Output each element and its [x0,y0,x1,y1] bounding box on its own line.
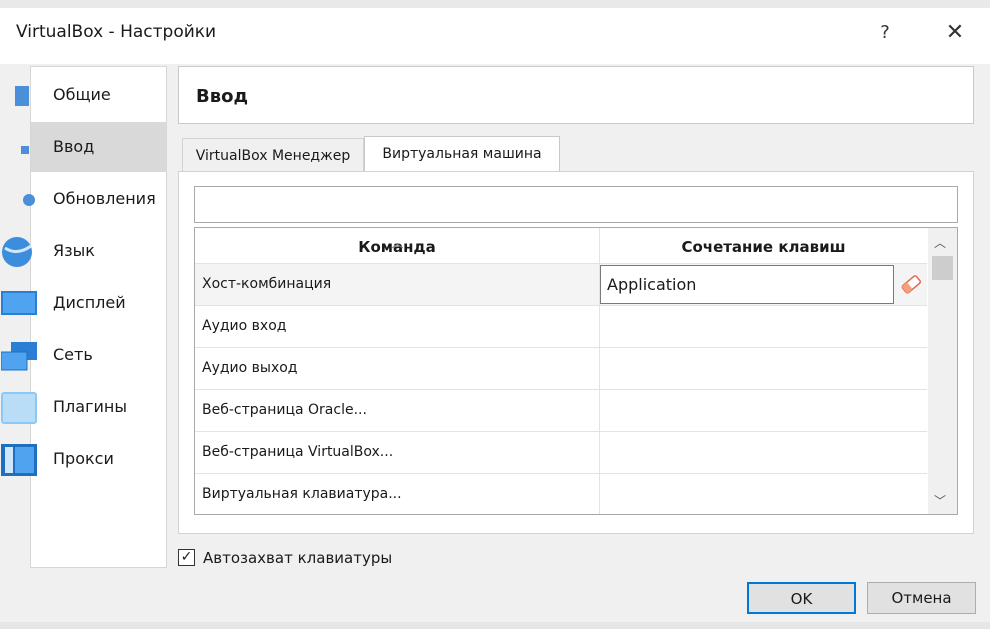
command-cell: Аудио выход [202,360,298,376]
tab-virtual-machine[interactable]: Виртуальная машина [364,136,560,172]
sidebar-item-general[interactable]: Общие [15,70,167,120]
tab-virtualbox-manager[interactable]: VirtualBox Менеджер [182,138,364,172]
input-icon [1,132,37,164]
update-icon [1,184,37,216]
bottom-edge [0,622,990,629]
column-divider [599,474,600,514]
general-icon [1,80,37,112]
help-button[interactable]: ? [872,18,898,48]
sidebar-item-language[interactable]: Язык [2,226,167,276]
table-header: ︿ Команда Сочетание клавиш [195,228,927,264]
column-divider [599,390,600,432]
globe-icon [1,236,37,268]
eraser-icon[interactable] [899,272,923,296]
sidebar-item-network[interactable]: Сеть [1,330,167,380]
settings-sidebar: Общие Ввод Обновления Язык Дисплей Сеть [1,66,167,568]
shortcut-input[interactable] [600,265,894,304]
sort-caret-icon: ︿ [392,237,403,250]
sidebar-item-label: Прокси [53,449,114,468]
table-row[interactable]: Виртуальная клавиатура... [195,474,927,514]
scroll-thumb[interactable] [932,256,953,280]
cancel-button[interactable]: Отмена [867,582,976,614]
sidebar-item-label: Язык [53,241,95,260]
table-row[interactable]: Веб-страница VirtualBox... [195,432,927,474]
table-row[interactable]: Аудио вход [195,306,927,348]
autocapture-checkbox[interactable]: ✓ [178,549,195,566]
window-title: VirtualBox - Настройки [16,22,217,42]
proxy-icon [1,444,37,476]
sidebar-item-label: Сеть [53,345,93,364]
filter-input[interactable] [194,186,958,223]
shortcuts-table: ︿ Команда Сочетание клавиш Хост-комбинац… [194,227,958,515]
command-cell: Виртуальная клавиатура... [202,486,402,502]
sidebar-item-label: Дисплей [53,293,126,312]
command-cell: Аудио вход [202,318,287,334]
sidebar-item-display[interactable]: Дисплей [1,278,167,328]
vertical-scrollbar[interactable]: ︿ ﹀ [928,228,957,514]
scroll-down-icon[interactable]: ﹀ [934,492,946,509]
command-cell: Хост-комбинация [202,276,332,292]
sidebar-item-input[interactable]: Ввод [21,122,167,172]
scroll-up-icon[interactable]: ︿ [934,234,946,251]
sidebar-item-updates[interactable]: Обновления [23,174,167,224]
column-divider [599,432,600,474]
close-button[interactable]: ✕ [938,18,972,48]
table-row[interactable]: Веб-страница Oracle... [195,390,927,432]
title-bar: VirtualBox - Настройки ? ✕ [0,0,990,64]
command-cell: Веб-страница Oracle... [202,402,367,418]
autocapture-label: Автозахват клавиатуры [203,549,393,567]
command-cell: Веб-страница VirtualBox... [202,444,394,460]
sidebar-item-label: Плагины [53,397,127,416]
table-row[interactable]: Аудио выход [195,348,927,390]
sidebar-item-label: Обновления [53,189,156,208]
sidebar-item-proxy[interactable]: Прокси [1,434,167,484]
network-icon [1,340,37,372]
table-row[interactable]: Хост-комбинация [195,264,927,306]
column-divider [599,348,600,390]
sidebar-item-label: Ввод [53,137,95,156]
column-header-shortcut[interactable]: Сочетание клавиш [600,228,927,263]
column-divider [599,306,600,348]
page-title: Ввод [196,86,249,107]
plugin-icon [1,392,37,424]
sidebar-item-label: Общие [53,85,111,104]
ok-button[interactable]: OK [747,582,856,614]
sidebar-item-plugins[interactable]: Плагины [1,382,167,432]
display-icon [1,288,37,320]
column-header-command[interactable]: ︿ Команда [195,228,600,263]
page-header: Ввод [178,66,974,124]
